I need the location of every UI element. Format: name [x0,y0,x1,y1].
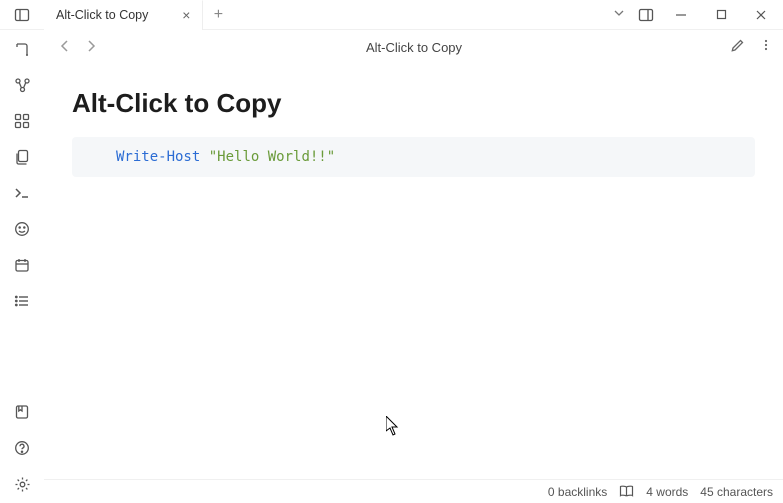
document-body[interactable]: Alt-Click to Copy Write-Host "Hello Worl… [44,64,783,479]
editor-header: Alt-Click to Copy [44,30,783,64]
status-backlinks[interactable]: 0 backlinks [548,485,607,499]
book-icon[interactable] [619,485,634,498]
tab-active[interactable]: Alt-Click to Copy × [44,0,203,30]
window-maximize-button[interactable] [707,9,735,20]
code-block[interactable]: Write-Host "Hello World!!" [72,137,755,177]
panel-right-icon[interactable] [637,6,655,24]
smile-icon[interactable] [13,220,31,238]
sidebar [0,30,44,503]
page-title: Alt-Click to Copy [98,40,730,55]
bookmark-icon[interactable] [13,403,31,421]
tab-close-icon[interactable]: × [178,7,194,23]
window-close-button[interactable] [747,9,775,21]
window-minimize-button[interactable] [667,9,695,21]
code-token-string: "Hello World!!" [209,149,335,165]
main-row: Alt-Click to Copy Alt-Click to Copy Writ… [0,30,783,503]
status-words[interactable]: 4 words [646,485,688,499]
terminal-icon[interactable] [13,184,31,202]
sidebar-toggle[interactable] [0,6,44,24]
list-icon[interactable] [13,292,31,310]
nav-back-button[interactable] [58,39,72,56]
new-tab-button[interactable]: + [203,6,233,24]
quick-switch-icon[interactable] [13,40,31,58]
status-bar: 0 backlinks 4 words 45 characters [44,479,783,503]
calendar-icon[interactable] [13,256,31,274]
settings-icon[interactable] [13,475,31,493]
help-icon[interactable] [13,439,31,457]
chevron-down-icon[interactable] [613,7,625,22]
graph-icon[interactable] [13,76,31,94]
edit-icon[interactable] [730,38,745,56]
tab-title: Alt-Click to Copy [56,8,148,22]
topbar: Alt-Click to Copy × + [0,0,783,30]
document-title[interactable]: Alt-Click to Copy [72,88,755,119]
grid-icon[interactable] [13,112,31,130]
copy-icon[interactable] [13,148,31,166]
code-token-function: Write-Host [116,149,200,165]
window-controls [613,6,783,24]
status-characters[interactable]: 45 characters [700,485,773,499]
panel-left-icon [13,6,31,24]
more-menu-icon[interactable] [759,38,773,56]
editor-area: Alt-Click to Copy Alt-Click to Copy Writ… [44,30,783,503]
nav-forward-button[interactable] [84,39,98,56]
